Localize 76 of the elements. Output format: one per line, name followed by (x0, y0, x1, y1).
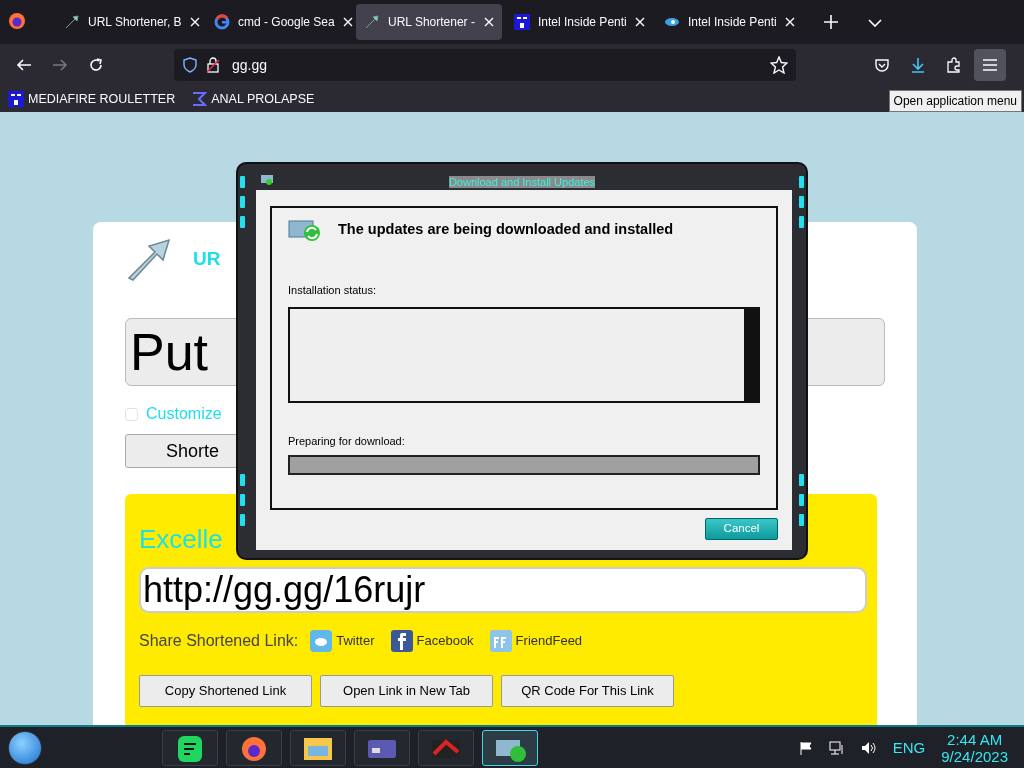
firefox-icon (8, 12, 26, 30)
bookmark[interactable]: ANAL PROLAPSE (191, 89, 315, 109)
dialog-heading: The updates are being downloaded and installed (338, 220, 674, 240)
indicator-light (799, 514, 804, 526)
checkbox-label: Customize (146, 404, 222, 424)
sigma-icon (191, 91, 208, 107)
back-icon[interactable] (16, 57, 32, 73)
indicator-light (799, 216, 804, 228)
shield-icon (182, 57, 198, 73)
share-link[interactable]: FriendFeed (489, 630, 583, 652)
ff-icon (489, 630, 512, 652)
bird-icon (310, 630, 333, 652)
chevron-down-icon[interactable] (868, 18, 882, 28)
indicator-light (799, 196, 804, 208)
language-indicator[interactable]: ENG (892, 739, 926, 756)
browser-tab[interactable]: cmd - Google Sea (206, 4, 352, 40)
close-icon[interactable] (784, 17, 795, 27)
lock-icon (206, 57, 220, 73)
indicator-light (799, 474, 804, 486)
action-button[interactable]: Open Link in New Tab (320, 675, 493, 707)
close-icon[interactable] (484, 17, 494, 27)
indicator-light (240, 176, 245, 188)
short-url-field[interactable]: http://gg.gg/16rujr (139, 567, 867, 613)
reload-icon[interactable] (88, 57, 104, 73)
indicator-light (799, 494, 804, 506)
update-icon (260, 174, 274, 186)
taskbar-app[interactable] (226, 729, 282, 766)
indicator-light (240, 494, 245, 506)
address-bar[interactable]: gg.gg (174, 49, 796, 81)
pocket-icon[interactable] (874, 57, 890, 73)
close-icon[interactable] (634, 17, 645, 27)
address-text: gg.gg (232, 55, 268, 75)
indicator-light (240, 514, 245, 526)
browser-tab[interactable]: URL Shortener, B (56, 4, 202, 40)
bookmark[interactable]: MEDIAFIRE ROULETTER (8, 89, 176, 109)
share-link[interactable]: Facebook (390, 630, 474, 652)
google-icon (214, 14, 230, 30)
close-icon[interactable] (342, 17, 353, 27)
tooltip: Open application menu (888, 90, 1022, 112)
action-button[interactable]: QR Code For This Link (501, 675, 674, 707)
facebook-icon (390, 630, 413, 652)
puzzle-icon[interactable] (946, 57, 962, 73)
flag-icon[interactable] (798, 740, 813, 755)
close-icon[interactable] (189, 17, 200, 27)
browser-tab[interactable]: URL Shortener - (356, 4, 502, 40)
taskbar-app[interactable] (290, 729, 346, 766)
indicator-light (240, 474, 245, 486)
checkbox[interactable] (125, 407, 138, 421)
clock[interactable]: 2:44 AM 9/24/2023 (941, 730, 1008, 765)
browser-tab[interactable]: Intel Inside Penti (506, 4, 652, 40)
indicator-light (799, 176, 804, 188)
status-label: Installation status: (288, 283, 378, 298)
volume-icon[interactable] (860, 740, 877, 755)
forward-icon[interactable] (52, 57, 68, 73)
share-label: Share Shortened Link: (139, 631, 299, 651)
download-icon[interactable] (910, 57, 926, 73)
arrow-icon (64, 14, 80, 30)
progress-label: Preparing for download: (288, 433, 406, 449)
plus-icon[interactable] (824, 15, 838, 29)
star-icon[interactable] (770, 56, 788, 74)
network-icon[interactable] (828, 740, 845, 755)
dialog-title: Download and Install Updates (448, 176, 596, 188)
menu-button[interactable] (974, 49, 1006, 81)
taskbar-app[interactable] (162, 729, 218, 766)
update-icon (288, 218, 322, 242)
start-button[interactable] (8, 730, 42, 765)
result-heading: Excelle (139, 523, 223, 556)
site-title: UR (193, 246, 221, 271)
arrow-logo-icon (125, 236, 173, 282)
action-button[interactable]: Copy Shortened Link (139, 675, 312, 707)
indicator-light (240, 216, 245, 228)
menu-icon (983, 59, 997, 71)
indicator-light (240, 196, 245, 208)
share-link[interactable]: Twitter (310, 630, 375, 652)
browser-tab[interactable]: Intel Inside Penti (656, 4, 802, 40)
arrow-icon (364, 14, 380, 30)
